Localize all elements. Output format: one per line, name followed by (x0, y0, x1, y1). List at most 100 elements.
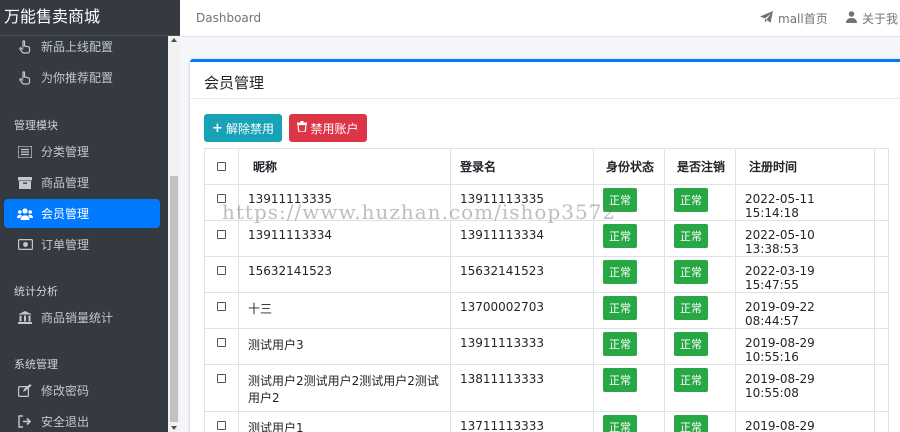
table-row[interactable]: 测试用户2测试用户2测试用户2测试用户2 13811113333 正常 正常 2019-… (204, 364, 889, 412)
nav-header-statistics: 统计分析 (14, 285, 58, 298)
row-checkbox[interactable] (217, 266, 226, 275)
sidebar-item-label: 订单管理 (41, 238, 90, 252)
cell-nickname: 十三 (238, 292, 451, 329)
sidebar-item-label: 为你推荐配置 (41, 71, 114, 85)
deleted-badge: 正常 (674, 296, 708, 320)
cell-nickname: 测试用户2测试用户2测试用户2测试用户2 (238, 364, 451, 412)
table-row[interactable]: 测试用户3 13911113333 正常 正常 2019-08-29 10:55:16 (204, 328, 889, 365)
user-icon (846, 11, 857, 26)
sidebar-item-label: 修改密码 (41, 384, 90, 398)
col-header-status[interactable]: 身份状态 (593, 148, 665, 185)
sidebar-item-sales-stats[interactable]: 商品销量统计 (4, 303, 160, 332)
col-header-deleted[interactable]: 是否注销 (664, 148, 736, 185)
nav-header-system: 系统管理 (14, 358, 58, 371)
plus-icon: + (212, 120, 223, 136)
unban-button[interactable]: + 解除禁用 (204, 114, 282, 142)
deleted-badge: 正常 (674, 188, 708, 212)
cell-created: 2022-03-19 15:47:55 (735, 256, 875, 293)
table-header-row: 昵称 登录名 身份状态 是否注销 注册时间 (204, 148, 889, 185)
card-divider (190, 98, 900, 99)
status-badge: 正常 (603, 224, 637, 248)
trash-icon (297, 121, 308, 135)
cell-deleted: 正常 (664, 411, 736, 432)
breadcrumb[interactable]: Dashboard (196, 11, 261, 25)
scroll-up-arrow-icon[interactable] (171, 38, 177, 42)
cell-deleted: 正常 (664, 184, 736, 221)
brand-title[interactable]: 万能售卖商城 (0, 0, 180, 36)
status-badge: 正常 (603, 260, 637, 284)
cell-extra (874, 328, 889, 365)
sidebar-item-new-products[interactable]: 新品上线配置 (4, 32, 160, 61)
cell-status: 正常 (593, 292, 665, 329)
sidebar-item-label: 新品上线配置 (41, 40, 114, 54)
cell-extra (874, 364, 889, 412)
sidebar-item-logout[interactable]: 安全退出 (4, 407, 160, 432)
row-select-cell (204, 292, 239, 329)
cell-extra (874, 256, 889, 293)
sidebar-item-members[interactable]: 会员管理 (4, 199, 160, 228)
deleted-badge: 正常 (674, 368, 708, 392)
cell-login: 13911113334 (450, 220, 594, 257)
table-row[interactable]: 13911113334 13911113334 正常 正常 2022-05-10 13:… (204, 220, 889, 257)
row-checkbox[interactable] (217, 338, 226, 347)
cell-login: 13911113333 (450, 328, 594, 365)
cell-deleted: 正常 (664, 256, 736, 293)
cell-login: 15632141523 (450, 256, 594, 293)
row-select-cell (204, 364, 239, 412)
select-all-checkbox[interactable] (217, 161, 226, 171)
users-icon (16, 207, 34, 220)
money-icon (16, 239, 34, 250)
cell-created: 2019-09-22 08:44:57 (735, 292, 875, 329)
sidebar-item-change-password[interactable]: 修改密码 (4, 376, 160, 405)
col-header-login[interactable]: 登录名 (450, 148, 594, 185)
sidebar-item-orders[interactable]: 订单管理 (4, 230, 160, 259)
status-badge: 正常 (603, 332, 637, 356)
cell-extra (874, 292, 889, 329)
scrollbar-thumb[interactable] (170, 176, 178, 422)
list-icon (16, 145, 34, 158)
deleted-badge: 正常 (674, 332, 708, 356)
members-table: 昵称 登录名 身份状态 是否注销 注册时间 13911113335 1391111… (204, 148, 889, 432)
sidebar-item-label: 商品销量统计 (41, 311, 114, 325)
row-select-cell (204, 220, 239, 257)
cell-created: 2019-08-29 10:55:16 (735, 328, 875, 365)
ban-button[interactable]: 禁用账户 (289, 114, 367, 142)
cell-extra (874, 184, 889, 221)
cell-deleted: 正常 (664, 364, 736, 412)
about-me-link[interactable]: 关于我 (846, 10, 898, 27)
cell-deleted: 正常 (664, 328, 736, 365)
cell-nickname: 13911113334 (238, 220, 451, 257)
status-badge: 正常 (603, 296, 637, 320)
row-checkbox[interactable] (217, 230, 226, 239)
card-title: 会员管理 (204, 74, 265, 92)
sidebar-item-label: 安全退出 (41, 415, 90, 429)
row-checkbox[interactable] (217, 302, 226, 311)
row-select-cell (204, 328, 239, 365)
table-row[interactable]: 测试用户113711113333 正常 正常 2019-08-29 10:51:39 (204, 411, 889, 432)
cell-login: 13711113333 (450, 411, 594, 432)
status-badge: 正常 (603, 368, 637, 392)
cell-created: 2022-05-11 15:14:18 (735, 184, 875, 221)
row-checkbox[interactable] (217, 421, 226, 430)
scroll-down-arrow-icon[interactable] (171, 426, 177, 430)
cell-status: 正常 (593, 256, 665, 293)
sidebar: 万能售卖商城 新品上线配置 为你推荐配置 管理模块 分类管理 商品管理 会员管理… (0, 0, 180, 432)
about-me-label: 关于我 (862, 12, 899, 26)
table-row[interactable]: 15632141523 15632141523 正常 正常 2022-03-19 15:… (204, 256, 889, 293)
sidebar-item-recommend[interactable]: 为你推荐配置 (4, 63, 160, 92)
table-row[interactable]: 十三 13700002703 正常 正常 2019-09-22 08:44:57 (204, 292, 889, 329)
row-checkbox[interactable] (217, 374, 226, 383)
cell-created: 2019-08-29 10:51:39 (735, 411, 875, 432)
sidebar-item-products[interactable]: 商品管理 (4, 168, 160, 197)
mall-home-link[interactable]: mall首页 (760, 10, 828, 27)
watermark: https://www.huzhan.com/ishop3572 (222, 200, 617, 224)
sidebar-item-categories[interactable]: 分类管理 (4, 137, 160, 166)
ban-button-label: 禁用账户 (310, 121, 359, 136)
cell-status: 正常 (593, 411, 665, 432)
col-header-created[interactable]: 注册时间 (735, 148, 875, 185)
col-header-nickname[interactable]: 昵称 (238, 148, 451, 185)
cell-nickname: 测试用户3 (238, 328, 451, 365)
sign-out-icon (16, 415, 34, 428)
deleted-badge: 正常 (674, 224, 708, 248)
sidebar-scrollbar[interactable] (168, 36, 180, 432)
